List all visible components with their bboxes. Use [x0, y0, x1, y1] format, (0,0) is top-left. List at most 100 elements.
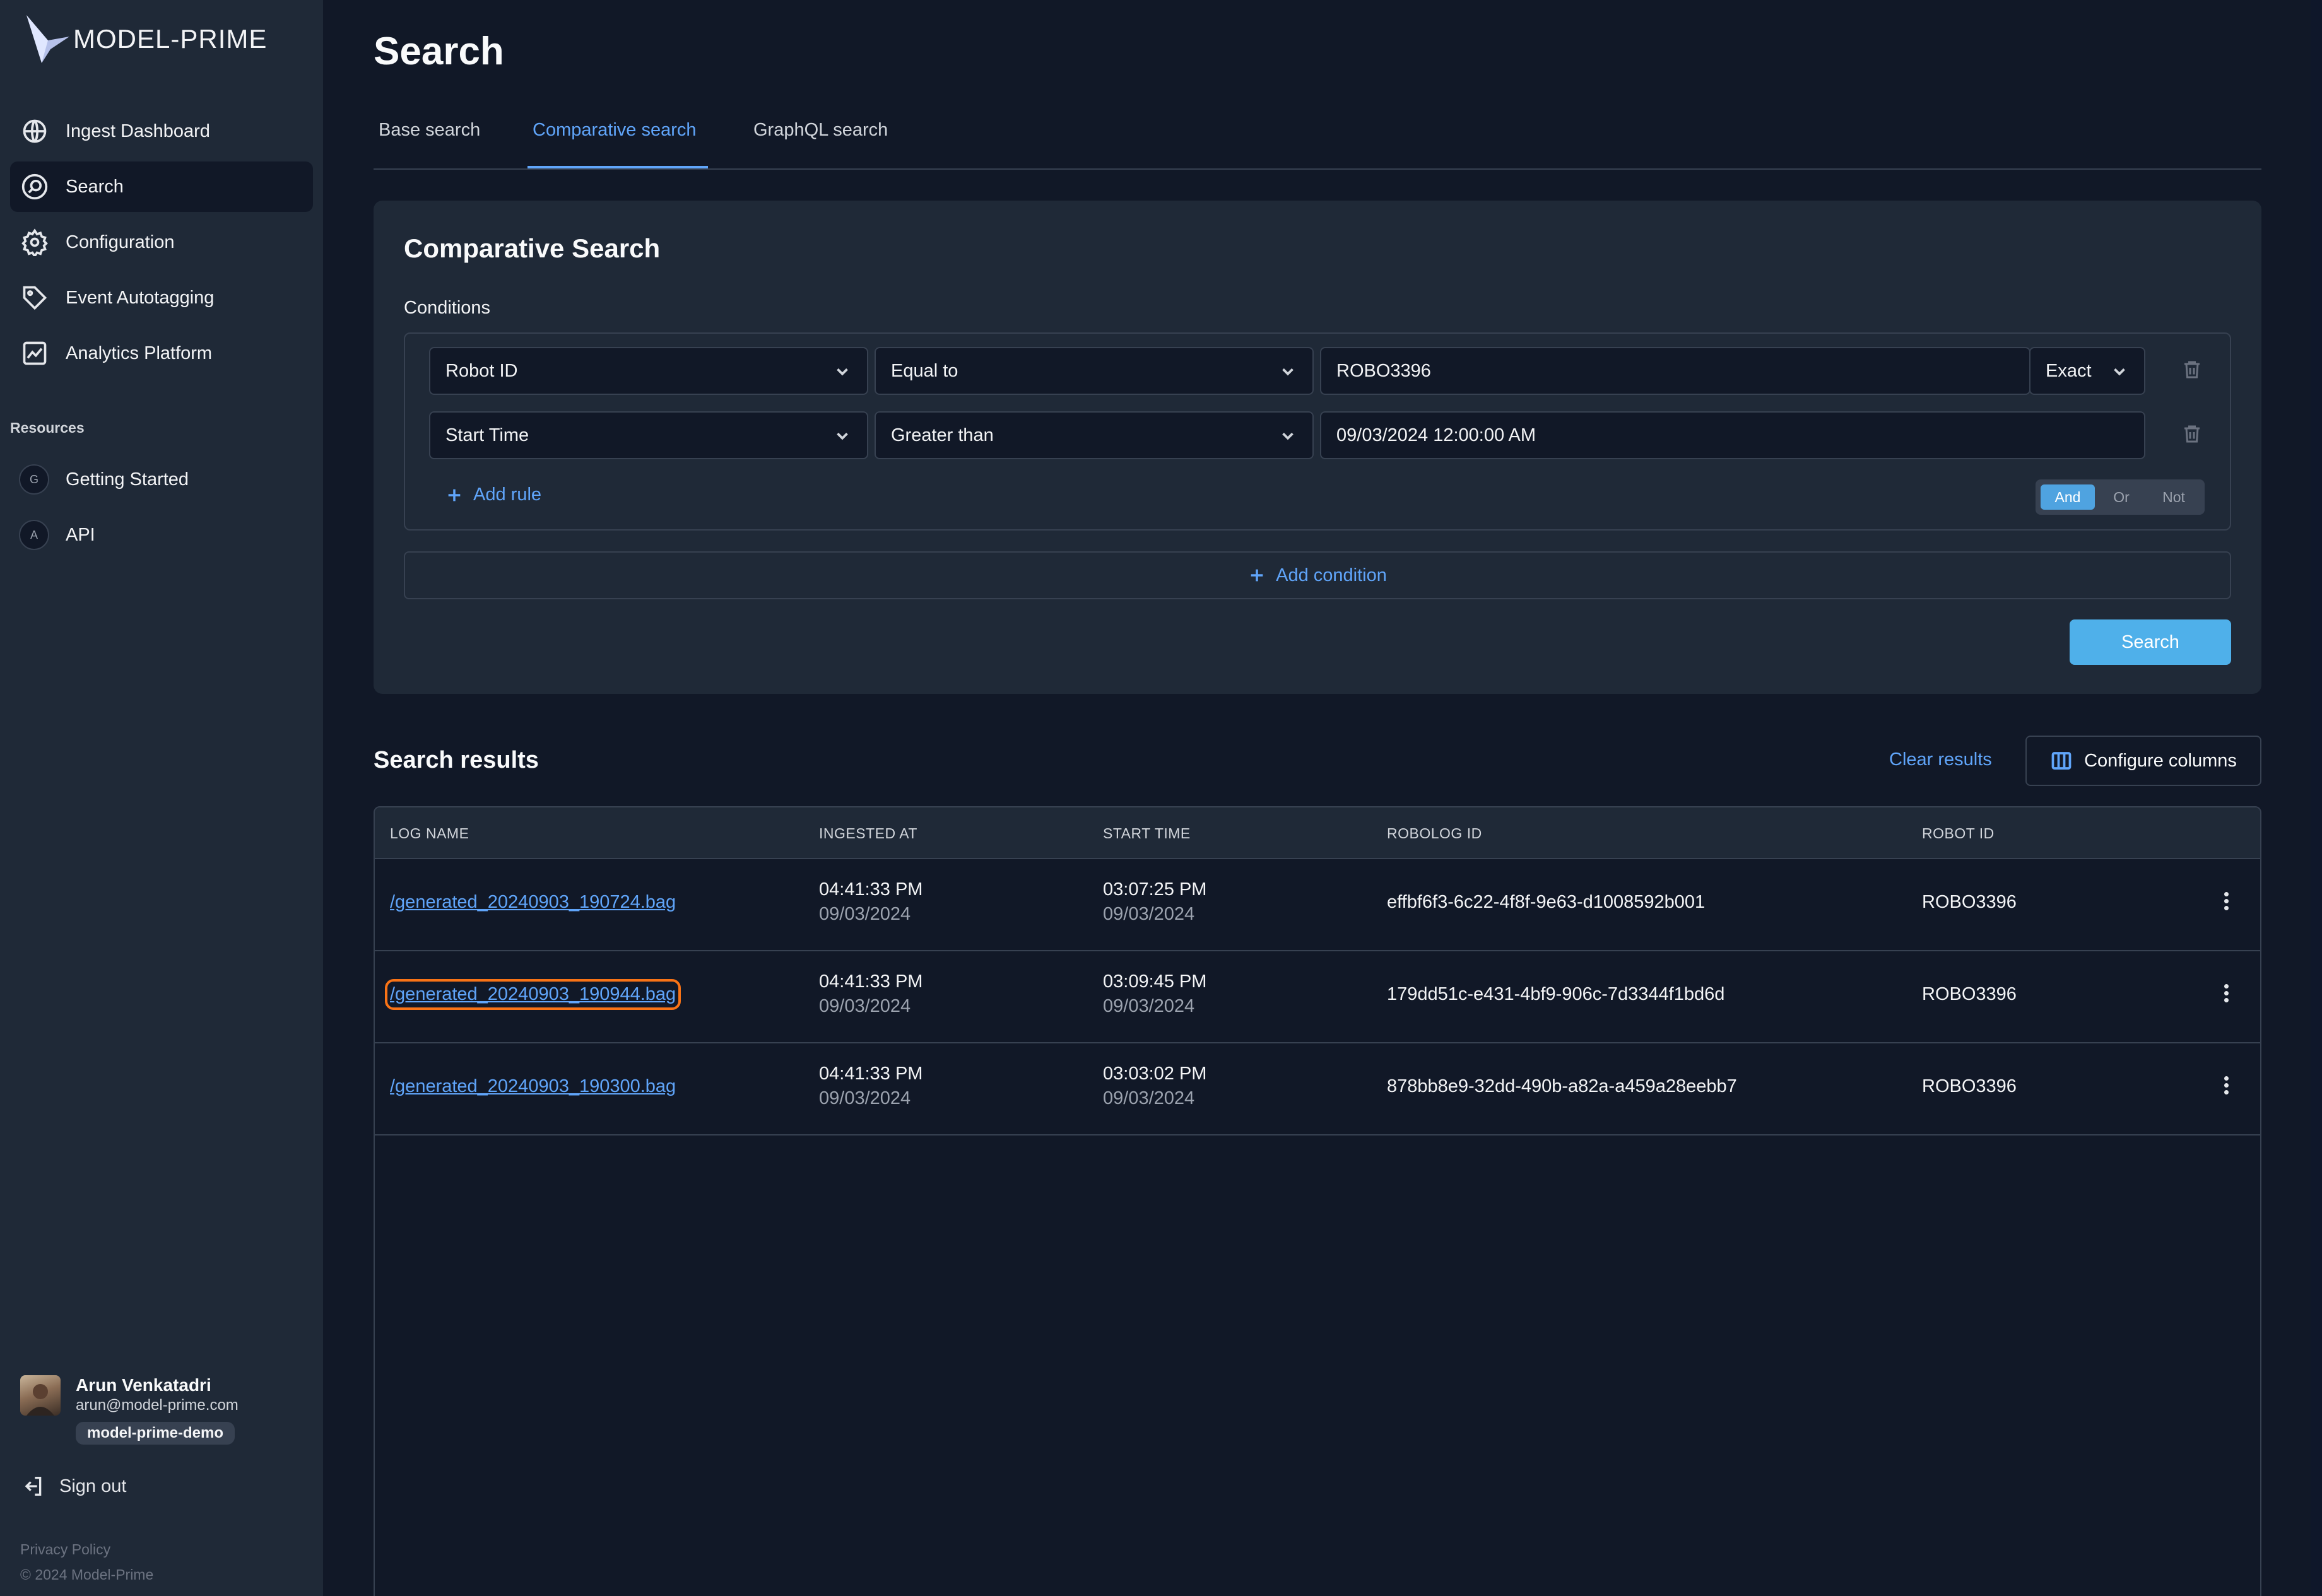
start-date: 09/03/2024 — [1103, 1088, 1195, 1108]
column-header-log-name[interactable]: LOG NAME — [390, 825, 469, 842]
start-date: 09/03/2024 — [1103, 996, 1195, 1016]
sign-out-icon — [25, 1477, 42, 1496]
rule-1-delete-button[interactable] — [2181, 358, 2206, 384]
select-value: Robot ID — [445, 360, 518, 381]
configure-columns-label: Configure columns — [2084, 750, 2237, 771]
robot-id-cell: ROBO3396 — [1922, 892, 2017, 912]
globe-icon — [20, 117, 49, 146]
search-icon — [20, 172, 49, 201]
avatar[interactable] — [20, 1375, 61, 1416]
configure-columns-button[interactable]: Configure columns — [2025, 736, 2261, 786]
results-title: Search results — [374, 747, 539, 773]
ingested-at-cell: 04:41:33 PM 09/03/2024 — [819, 879, 922, 925]
logic-not-button[interactable]: Not — [2148, 484, 2200, 510]
rule-1-match-select[interactable]: Exact — [2029, 347, 2145, 395]
tabs-divider — [374, 168, 2261, 170]
select-value: Exact — [2046, 360, 2092, 381]
logic-and-button[interactable]: And — [2041, 484, 2095, 510]
chevron-down-icon — [833, 426, 852, 445]
resource-badge: G — [19, 464, 49, 495]
resource-label: API — [66, 524, 95, 545]
sidebar-item-label: Search — [66, 176, 124, 197]
resource-getting-started[interactable]: G Getting Started — [19, 461, 189, 498]
table-row[interactable]: /generated_20240903_190724.bag 04:41:33 … — [375, 859, 2260, 951]
tab-base-search[interactable]: Base search — [379, 120, 480, 141]
rule-2-delete-button[interactable] — [2181, 423, 2206, 448]
log-name-link[interactable]: /generated_20240903_190300.bag — [390, 1076, 676, 1097]
logo-text: MODEL-PRIME — [73, 24, 268, 54]
table-row[interactable]: /generated_20240903_190944.bag 04:41:33 … — [375, 951, 2260, 1043]
org-badge[interactable]: model-prime-demo — [76, 1422, 235, 1445]
sidebar-item-label: Event Autotagging — [66, 287, 215, 308]
start-time: 03:07:25 PM — [1103, 879, 1207, 900]
trash-icon — [2184, 425, 2200, 443]
ingested-time: 04:41:33 PM — [819, 1064, 923, 1084]
row-menu-icon[interactable] — [2220, 982, 2232, 1009]
sidebar: MODEL-PRIME Ingest Dashboard Search Conf… — [0, 0, 323, 1596]
column-header-ingested-at[interactable]: INGESTED AT — [819, 825, 917, 842]
start-time-cell: 03:09:45 PM 09/03/2024 — [1103, 971, 1206, 1017]
robolog-id-cell: 878bb8e9-32dd-490b-a82a-a459a28eebb7 — [1387, 1076, 1737, 1096]
resource-badge: A — [19, 520, 49, 550]
sidebar-item-ingest-dashboard[interactable]: Ingest Dashboard — [10, 106, 313, 156]
sidebar-item-label: Configuration — [66, 232, 175, 252]
column-header-robot-id[interactable]: ROBOT ID — [1922, 825, 1995, 842]
tag-icon — [20, 283, 49, 312]
plus-icon — [448, 489, 461, 501]
user-email: arun@model-prime.com — [76, 1397, 239, 1414]
sidebar-item-analytics-platform[interactable]: Analytics Platform — [10, 328, 313, 378]
rule-2-operator-select[interactable]: Greater than — [875, 411, 1314, 459]
privacy-policy-link[interactable]: Privacy Policy — [20, 1541, 110, 1558]
rule-2-value-input[interactable]: 09/03/2024 12:00:00 AM — [1320, 411, 2145, 459]
add-rule-button[interactable]: Add rule — [445, 484, 541, 505]
add-condition-content: Add condition — [1248, 565, 1387, 586]
chevron-down-icon — [1278, 426, 1297, 445]
select-value: Start Time — [445, 425, 529, 445]
robot-id-cell: ROBO3396 — [1922, 1076, 2017, 1096]
log-name-link[interactable]: /generated_20240903_190724.bag — [390, 892, 676, 913]
sign-out-button[interactable]: Sign out — [20, 1474, 126, 1499]
resource-api[interactable]: A API — [19, 516, 95, 554]
trash-icon — [2184, 361, 2200, 378]
results-table: LOG NAME INGESTED AT START TIME ROBOLOG … — [374, 806, 2261, 1596]
panel-title: Comparative Search — [404, 233, 661, 263]
tab-graphql-search[interactable]: GraphQL search — [753, 120, 888, 141]
select-value: Greater than — [891, 425, 994, 445]
table-row[interactable]: /generated_20240903_190300.bag 04:41:33 … — [375, 1043, 2260, 1135]
page-scrollbar[interactable] — [2311, 0, 2322, 1596]
plus-icon — [1251, 569, 1263, 582]
ingested-time: 04:41:33 PM — [819, 879, 923, 900]
ingested-date: 09/03/2024 — [819, 904, 911, 924]
column-header-start-time[interactable]: START TIME — [1103, 825, 1191, 842]
sidebar-item-event-autotagging[interactable]: Event Autotagging — [10, 273, 313, 323]
table-header: LOG NAME INGESTED AT START TIME ROBOLOG … — [375, 807, 2260, 859]
row-menu-icon[interactable] — [2220, 1074, 2232, 1101]
start-time: 03:03:02 PM — [1103, 1064, 1207, 1084]
logic-or-button[interactable]: Or — [2097, 484, 2145, 510]
robolog-id-cell: 179dd51c-e431-4bf9-906c-7d3344f1bd6d — [1387, 984, 1725, 1004]
rule-2-field-select[interactable]: Start Time — [429, 411, 868, 459]
start-time-cell: 03:03:02 PM 09/03/2024 — [1103, 1064, 1206, 1109]
column-header-robolog-id[interactable]: ROBOLOG ID — [1387, 825, 1482, 842]
logic-toggle-group: And Or Not — [2036, 479, 2205, 515]
row-menu-icon[interactable] — [2220, 889, 2232, 917]
clear-results-button[interactable]: Clear results — [1889, 749, 1992, 770]
logo[interactable]: MODEL-PRIME — [23, 13, 267, 66]
sidebar-item-configuration[interactable]: Configuration — [10, 217, 313, 267]
columns-icon — [2051, 752, 2072, 770]
add-rule-label: Add rule — [473, 484, 542, 505]
gear-icon — [20, 228, 49, 257]
sidebar-item-search[interactable]: Search — [10, 161, 313, 212]
copyright-text: © 2024 Model-Prime — [20, 1566, 154, 1583]
rule-1-value-input[interactable]: ROBO3396 — [1320, 347, 2030, 395]
search-button[interactable]: Search — [2070, 619, 2231, 665]
sidebar-item-label: Analytics Platform — [66, 343, 213, 363]
chevron-down-icon — [2110, 362, 2129, 381]
tab-comparative-search[interactable]: Comparative search — [533, 120, 697, 141]
log-name-link[interactable]: /generated_20240903_190944.bag — [384, 979, 681, 1010]
rule-1-operator-select[interactable]: Equal to — [875, 347, 1314, 395]
active-tab-indicator — [527, 166, 708, 168]
rule-1-field-select[interactable]: Robot ID — [429, 347, 868, 395]
sidebar-item-label: Ingest Dashboard — [66, 120, 210, 141]
add-condition-button[interactable]: Add condition — [404, 551, 2231, 599]
